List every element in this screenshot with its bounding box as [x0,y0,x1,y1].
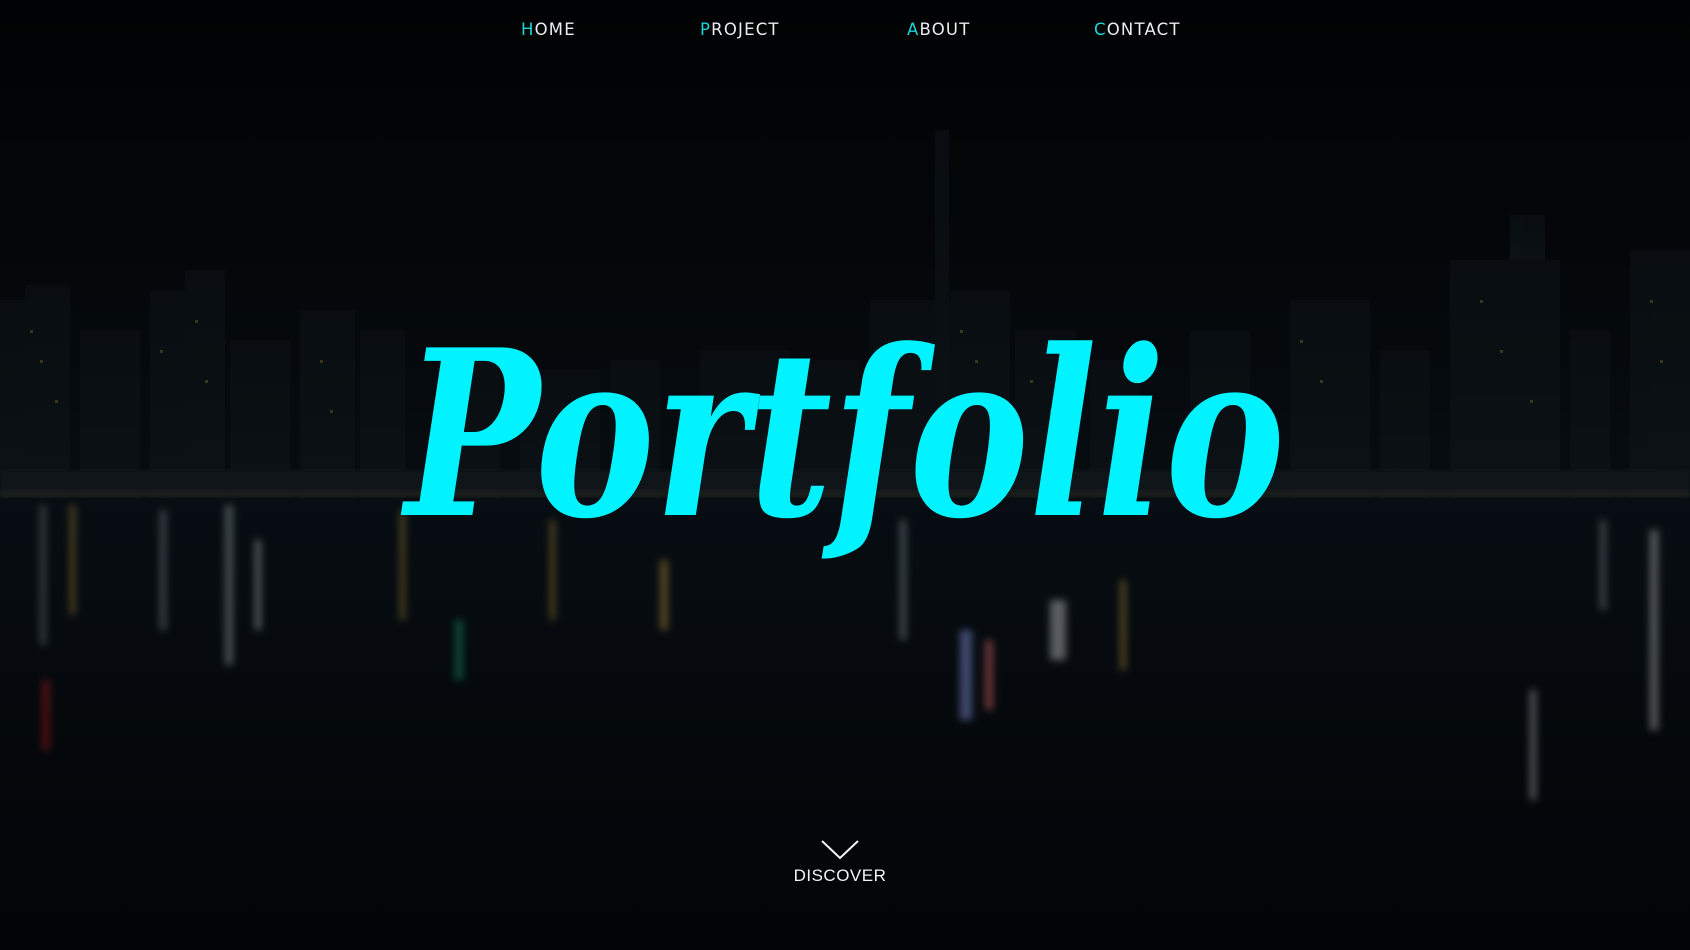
top-navigation: HOME PROJECT ABOUT CONTACT [0,0,1690,62]
nav-item-home-initial: H [521,20,535,39]
discover-button[interactable]: DISCOVER [780,838,900,908]
nav-item-home-label: OME [534,20,576,39]
nav-item-project-initial: P [700,20,712,39]
nav-item-project[interactable]: PROJECT [700,20,780,39]
nav-item-contact-label: ONTACT [1106,20,1181,39]
nav-item-about-initial: A [907,20,920,39]
hero-title-graphic: Portfolio [400,300,1285,570]
nav-item-about-label: BOUT [919,20,971,39]
discover-label: DISCOVER [793,866,887,885]
nav-item-about[interactable]: ABOUT [907,20,970,39]
nav-item-home[interactable]: HOME [521,20,576,39]
nav-item-project-label: ROJECT [711,20,780,39]
nav-item-contact-initial: C [1094,20,1107,39]
hero-title: Portfolio [400,300,1285,570]
chevron-down-icon [821,840,859,860]
nav-item-contact[interactable]: CONTACT [1094,20,1181,39]
hero-section: HOME PROJECT ABOUT CONTACT Portfolio DIS… [0,0,1690,950]
hero-title-container: Portfolio [370,250,1320,670]
